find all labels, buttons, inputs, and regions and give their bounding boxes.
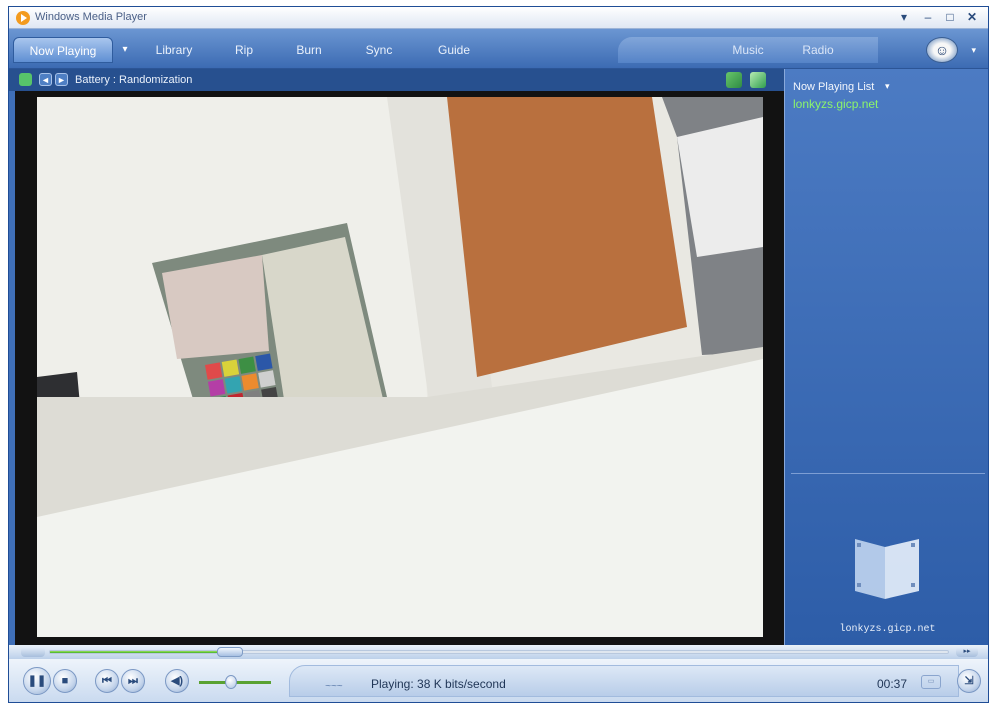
tab-sync[interactable]: Sync xyxy=(349,37,409,63)
video-display[interactable] xyxy=(37,97,763,637)
tab-burn[interactable]: Burn xyxy=(279,37,339,63)
video-frame xyxy=(15,91,784,645)
media-player-window: Windows Media Player ▾ – □ ✕ Now Playing… xyxy=(8,6,989,703)
tab-now-playing[interactable]: Now Playing xyxy=(13,37,113,63)
elapsed-time: 00:37 xyxy=(877,677,908,691)
seek-thumb[interactable] xyxy=(216,647,243,657)
next-button[interactable]: ⏭ xyxy=(121,669,145,693)
status-toggle-button[interactable]: ▭ xyxy=(921,675,941,689)
video-frame-image xyxy=(37,97,763,637)
window-title: Windows Media Player xyxy=(35,11,147,23)
status-visual-icon: ~~~ xyxy=(325,681,343,692)
seek-left-handle[interactable] xyxy=(21,647,45,657)
previous-info-icon[interactable]: ◄ xyxy=(39,73,52,86)
now-playing-info-bar: ◄ ► Battery : Randomization xyxy=(9,69,784,91)
previous-button[interactable]: ⏮ xyxy=(95,669,119,693)
tab-music[interactable]: Music xyxy=(718,37,778,63)
tab-library[interactable]: Library xyxy=(139,37,209,63)
tab-rip[interactable]: Rip xyxy=(219,37,269,63)
album-art-caption: lonkyzs.gicp.net xyxy=(839,624,936,635)
pause-button[interactable]: ❚❚ xyxy=(23,667,51,695)
napster-logo-icon[interactable]: ☺ xyxy=(926,37,958,63)
volume-thumb[interactable] xyxy=(225,675,238,689)
media-player-icon xyxy=(16,11,30,25)
seek-bar-area: ▸▸ xyxy=(9,645,988,659)
playback-status: Playing: 38 K bits/second xyxy=(371,677,506,691)
resize-video-icon[interactable] xyxy=(726,72,742,88)
seek-progress-fill xyxy=(50,651,230,653)
mute-button[interactable]: ◀) xyxy=(165,669,189,693)
close-button[interactable]: ✕ xyxy=(964,9,980,25)
tab-guide[interactable]: Guide xyxy=(419,37,489,63)
now-playing-menu-arrow[interactable]: ▾ xyxy=(117,37,133,63)
now-playing-options-icon[interactable] xyxy=(19,73,32,86)
now-playing-list-title[interactable]: Now Playing List xyxy=(793,81,874,93)
tab-radio[interactable]: Radio xyxy=(788,37,848,63)
video-film-icon xyxy=(855,539,919,599)
minimize-button[interactable]: – xyxy=(920,9,936,25)
title-bar: Windows Media Player ▾ – □ ✕ xyxy=(9,7,988,29)
playlist-divider xyxy=(791,473,985,474)
fullscreen-icon[interactable] xyxy=(750,72,766,88)
window-menu-button[interactable]: ▾ xyxy=(896,9,912,25)
next-info-icon[interactable]: ► xyxy=(55,73,68,86)
playlist-item[interactable]: lonkyzs.gicp.net xyxy=(793,97,878,111)
expand-controls-button[interactable]: ▸▸ xyxy=(956,647,978,657)
maximize-button[interactable]: □ xyxy=(942,9,958,25)
stop-button[interactable]: ■ xyxy=(53,669,77,693)
now-playing-list-arrow[interactable]: ▾ xyxy=(885,81,890,92)
store-menu-arrow[interactable]: ▾ xyxy=(971,45,976,56)
now-playing-list-panel: Now Playing List ▾ lonkyzs.gicp.net lonk… xyxy=(784,69,988,645)
mini-mode-button[interactable]: ⇲ xyxy=(957,669,981,693)
seek-bar[interactable] xyxy=(49,647,949,657)
playback-controls: ❚❚ ■ ⏮ ⏭ ◀) ~~~ Playing: 38 K bits/secon… xyxy=(9,659,988,702)
feature-tabs-bar: Now Playing ▾ Library Rip Burn Sync Guid… xyxy=(9,29,988,69)
media-title: Battery : Randomization xyxy=(75,74,193,86)
